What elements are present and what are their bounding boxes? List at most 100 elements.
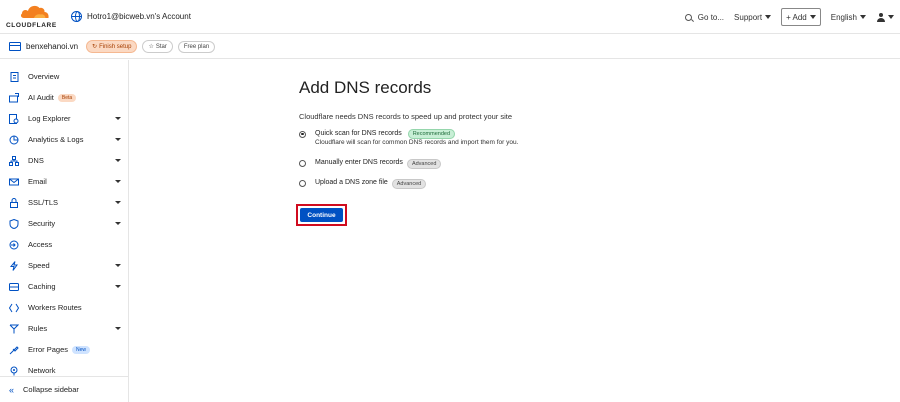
plan-label: Free plan bbox=[183, 43, 210, 50]
add-button[interactable]: + Add bbox=[781, 8, 821, 26]
cloud-icon bbox=[20, 5, 49, 18]
chevron-down-icon bbox=[115, 264, 121, 267]
beta-badge: Beta bbox=[57, 93, 77, 102]
log-explorer-icon bbox=[9, 113, 19, 124]
sidebar-item-ssl-tls[interactable]: SSL/TLS bbox=[0, 192, 128, 213]
chevron-down-icon bbox=[115, 201, 121, 204]
refresh-icon: ↻ bbox=[92, 44, 98, 50]
network-icon bbox=[9, 366, 19, 376]
support-label: Support bbox=[734, 12, 763, 22]
sidebar-item-analytics-logs[interactable]: Analytics & Logs bbox=[0, 129, 128, 150]
search-icon bbox=[684, 13, 692, 21]
radio-manual-entry[interactable] bbox=[299, 159, 306, 167]
language-label: English bbox=[830, 12, 857, 22]
sidebar-item-email[interactable]: Email bbox=[0, 171, 128, 192]
sidebar-item-speed[interactable]: Speed bbox=[0, 255, 128, 276]
ai-audit-icon bbox=[9, 92, 19, 103]
main-content: Add DNS records Cloudflare needs DNS rec… bbox=[296, 78, 859, 226]
option-helper-text: Cloudflare will scan for common DNS reco… bbox=[315, 139, 519, 146]
zone-name[interactable]: benxehanoi.vn bbox=[26, 42, 78, 51]
error-pages-icon bbox=[9, 345, 19, 355]
chevron-down-icon bbox=[115, 159, 121, 162]
option-label: Upload a DNS zone file bbox=[315, 179, 388, 186]
continue-button[interactable]: Continue bbox=[300, 208, 343, 222]
sidebar-item-label: Access bbox=[28, 240, 53, 249]
chevron-down-icon bbox=[809, 15, 816, 19]
chevron-down-icon bbox=[115, 327, 121, 330]
chevron-down-icon bbox=[115, 180, 121, 183]
sidebar-item-label: Log Explorer bbox=[28, 114, 71, 123]
sidebar-item-log-explorer[interactable]: Log Explorer bbox=[0, 108, 128, 129]
add-label: + Add bbox=[786, 12, 807, 22]
radio-upload-zone-file[interactable] bbox=[299, 179, 306, 187]
document-icon bbox=[9, 71, 19, 82]
language-menu[interactable]: English bbox=[831, 8, 866, 26]
sidebar-item-error-pages[interactable]: Error Pages New bbox=[0, 339, 128, 360]
analytics-icon bbox=[9, 135, 19, 145]
chevron-down-icon bbox=[888, 15, 894, 19]
double-chevron-left-icon: « bbox=[9, 384, 15, 395]
star-button[interactable]: ☆ Star bbox=[142, 40, 173, 53]
star-icon: ☆ bbox=[148, 44, 154, 50]
chevron-down-icon bbox=[115, 138, 121, 141]
chevron-down-icon bbox=[765, 15, 772, 19]
sidebar-item-ai-audit[interactable]: AI Audit Beta bbox=[0, 87, 128, 108]
recommended-badge: Recommended bbox=[407, 129, 455, 139]
sidebar-item-label: AI Audit bbox=[28, 93, 54, 102]
goto-button[interactable]: Go to... bbox=[684, 8, 725, 26]
new-badge: New bbox=[72, 345, 91, 354]
continue-highlight: Continue bbox=[296, 204, 347, 226]
sidebar-item-label: Analytics & Logs bbox=[28, 135, 84, 144]
globe-icon bbox=[71, 11, 82, 22]
option-label: Manually enter DNS records bbox=[315, 159, 403, 166]
chevron-down-icon bbox=[115, 285, 121, 288]
sidebar-item-label: Network bbox=[28, 366, 56, 375]
finish-setup-button[interactable]: ↻ Finish setup bbox=[86, 40, 138, 53]
sidebar-item-access[interactable]: Access bbox=[0, 234, 128, 255]
sidebar-item-label: Overview bbox=[28, 72, 60, 81]
lock-icon bbox=[9, 197, 19, 208]
collapse-sidebar-label: Collapse sidebar bbox=[23, 385, 79, 394]
page-subtitle: Cloudflare needs DNS records to speed up… bbox=[299, 112, 513, 121]
workers-icon bbox=[9, 303, 19, 313]
lightning-icon bbox=[9, 260, 19, 271]
advanced-badge: Advanced bbox=[406, 159, 442, 169]
account-switcher[interactable]: Hotro1@bicweb.vn's Account bbox=[71, 11, 191, 22]
sidebar-item-overview[interactable]: Overview bbox=[0, 66, 128, 87]
sidebar-item-dns[interactable]: DNS bbox=[0, 150, 128, 171]
dns-icon bbox=[9, 155, 19, 166]
option-quick-scan[interactable]: Quick scan for DNS records Recommended C… bbox=[299, 129, 519, 146]
sidebar-item-workers-routes[interactable]: Workers Routes bbox=[0, 297, 128, 318]
user-menu[interactable] bbox=[876, 8, 894, 26]
cloudflare-logo[interactable]: CLOUDFLARE bbox=[6, 3, 62, 31]
sidebar-item-label: Security bbox=[28, 219, 56, 228]
shield-icon bbox=[9, 218, 19, 229]
chevron-down-icon bbox=[115, 117, 121, 120]
chevron-down-icon bbox=[115, 222, 121, 225]
sidebar-item-rules[interactable]: Rules bbox=[0, 318, 128, 339]
sidebar-item-security[interactable]: Security bbox=[0, 213, 128, 234]
support-menu[interactable]: Support bbox=[734, 8, 772, 26]
page-title: Add DNS records bbox=[299, 78, 432, 97]
sidebar: Overview AI Audit Beta Log Explorer Anal… bbox=[0, 60, 129, 402]
finish-setup-label: Finish setup bbox=[99, 43, 132, 50]
sidebar-item-label: Error Pages bbox=[28, 345, 69, 354]
option-manual-entry[interactable]: Manually enter DNS records Advanced bbox=[299, 159, 442, 169]
star-label: Star bbox=[155, 43, 167, 50]
caching-icon bbox=[9, 282, 19, 292]
sidebar-item-caching[interactable]: Caching bbox=[0, 276, 128, 297]
radio-quick-scan[interactable] bbox=[299, 130, 306, 138]
sidebar-item-label: Speed bbox=[28, 261, 50, 270]
rules-icon bbox=[9, 324, 19, 334]
plan-badge[interactable]: Free plan bbox=[177, 40, 216, 53]
collapse-sidebar-button[interactable]: « Collapse sidebar bbox=[0, 376, 128, 402]
zone-bar: benxehanoi.vn ↻ Finish setup ☆ Star Free… bbox=[0, 35, 900, 59]
chevron-down-icon bbox=[860, 15, 866, 19]
sidebar-item-label: Workers Routes bbox=[28, 303, 82, 312]
sidebar-item-label: Email bbox=[28, 177, 47, 186]
option-label: Quick scan for DNS records bbox=[315, 130, 402, 137]
sidebar-item-label: Rules bbox=[28, 324, 48, 333]
account-name: Hotro1@bicweb.vn's Account bbox=[87, 12, 191, 21]
option-upload-zone-file[interactable]: Upload a DNS zone file Advanced bbox=[299, 179, 427, 189]
goto-label: Go to... bbox=[697, 12, 725, 22]
